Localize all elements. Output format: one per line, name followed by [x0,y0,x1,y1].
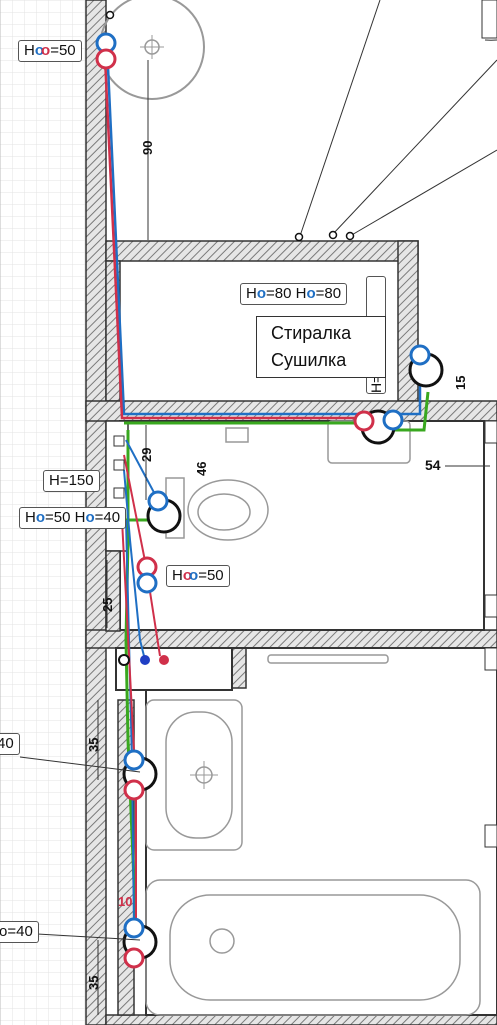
washer-label-line2: Сушилка [271,350,347,370]
dim-29: 29 [139,448,154,462]
dim-25: 25 [100,598,115,612]
tag-mid: Hoo=50 [166,565,230,587]
wall-stub [231,647,247,689]
washer-dryer-label: Стиралка Сушилка [256,316,386,378]
dim-35-upper: 35 [86,738,101,752]
tag-washer: Ho=80 Ho=80 [240,283,348,305]
bath-room-outline [145,647,497,1016]
wall-horizontal-2 [85,629,497,649]
tag-h150: H=150 [43,470,100,492]
riser-box [115,647,233,691]
shaft-wall [105,550,121,632]
tag-wc: Ho=50 Ho=40 [19,507,127,529]
dim-46: 46 [194,462,209,476]
washer-cold [409,344,431,366]
floor-plan: 90 15 54 29 46 25 35 35 10 Hoo=50 Ho=80 … [0,0,497,1025]
wall-bottom [105,1014,497,1025]
dim-90: 90 [140,141,155,155]
tag-top-sink: Hoo=50 [18,40,82,62]
tag-cut-left-2: o=40 [0,921,39,943]
bathtub [145,879,481,1016]
hot-marker-10: 10 [118,894,132,909]
washer-label-line1: Стиралка [271,323,352,343]
dim-35-lower: 35 [86,976,101,990]
dim-15: 15 [453,376,468,390]
wall-top-niche [105,240,419,262]
tag-cut-left-1: 40 [0,733,20,755]
dim-54: 54 [425,457,441,473]
